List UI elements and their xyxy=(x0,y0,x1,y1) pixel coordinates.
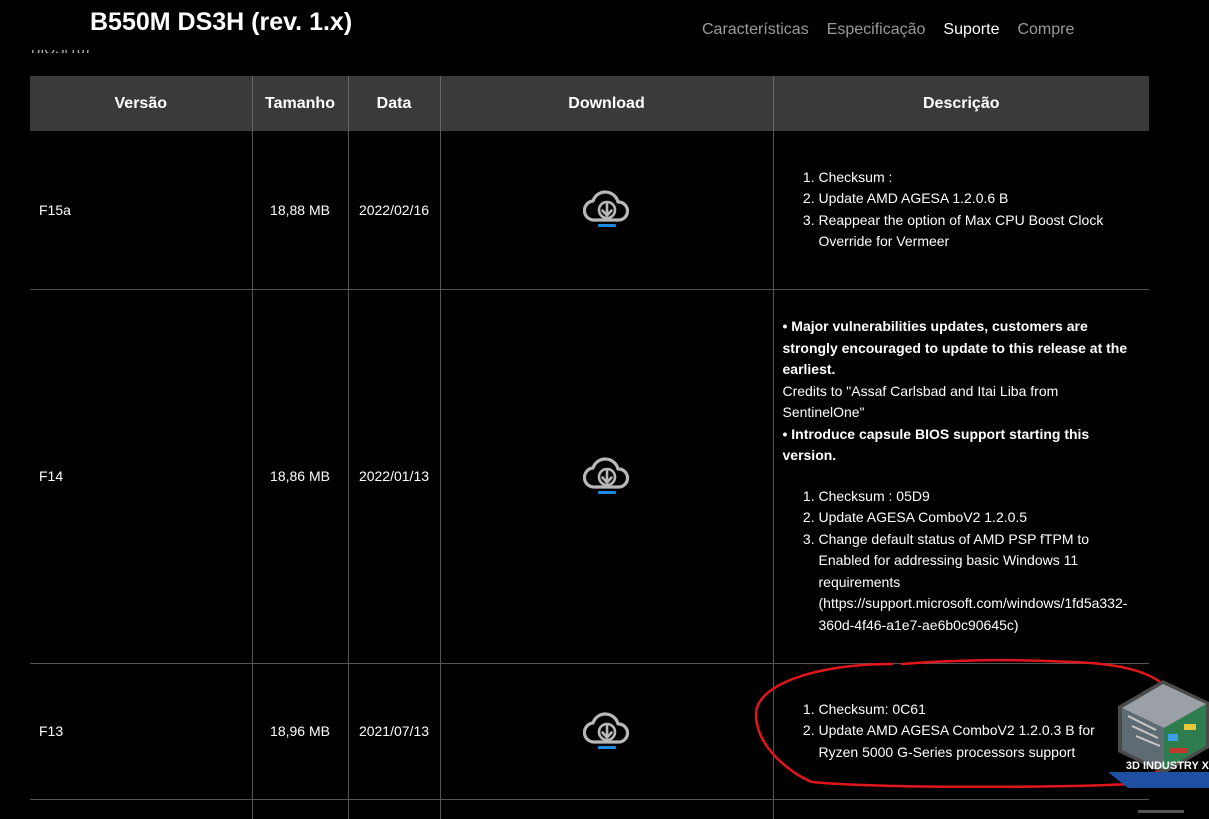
nav-compre[interactable]: Compre xyxy=(1017,21,1074,39)
size-cell: 18,86 MB xyxy=(252,289,349,664)
cloud-download-icon[interactable] xyxy=(582,454,631,496)
date-cell: 2021/07/13 xyxy=(348,663,441,800)
list-item: Update AGESA ComboV2 1.2.0.5 xyxy=(819,507,1142,529)
size-cell: 18,96 MB xyxy=(252,663,349,800)
description-cell: Checksum: 0C61 Update AMD AGESA ComboV2 … xyxy=(773,663,1149,800)
list-item: Change default status of AMD PSP fTPM to… xyxy=(819,529,1142,637)
list-item: Reappear the option of Max CPU Boost Clo… xyxy=(819,210,1142,253)
capsule-notice: • Introduce capsule BIOS support startin… xyxy=(782,425,1090,464)
product-nav: Características Especificação Suporte Co… xyxy=(702,21,1074,39)
col-header-description: Descrição xyxy=(773,76,1149,131)
bios-table: Versão Tamanho Data Download Descrição F… xyxy=(30,76,1149,819)
date-cell: 2022/01/13 xyxy=(348,289,441,664)
table-header-row: Versão Tamanho Data Download Descrição xyxy=(30,76,1149,131)
changelog-list: Checksum: 0C61 Update AMD AGESA ComboV2 … xyxy=(783,699,1142,764)
download-cell xyxy=(440,131,774,290)
list-item: Update AMD AGESA ComboV2 1.2.0.3 B for R… xyxy=(819,720,1104,763)
advertisement-widget[interactable]: 3D INDUSTRY X xyxy=(1108,676,1209,788)
list-item: Update AMD AGESA 1.2.0.6 B xyxy=(819,188,1142,210)
version-cell: F14 xyxy=(30,289,253,664)
top-bar: B550M DS3H (rev. 1.x) Características Es… xyxy=(0,0,1209,50)
product-title: B550M DS3H (rev. 1.x) xyxy=(90,8,353,36)
nav-caracteristicas[interactable]: Características xyxy=(702,21,809,39)
ad-progress-bar xyxy=(1138,810,1184,813)
version-cell: F15a xyxy=(30,131,253,290)
list-item: Checksum : 05D9 xyxy=(819,486,1142,508)
changelog-list: Checksum : 05D9 Update AGESA ComboV2 1.2… xyxy=(783,486,1142,637)
changelog-list: Checksum : Update AMD AGESA 1.2.0.6 B Re… xyxy=(783,167,1142,253)
description-cell: Checksum : Update AMD AGESA 1.2.0.6 B Re… xyxy=(773,131,1149,290)
version-cell: F13 xyxy=(30,663,253,800)
list-item: Checksum : xyxy=(819,167,1142,189)
cloud-download-icon[interactable] xyxy=(582,187,631,229)
cloud-download-icon[interactable] xyxy=(582,709,631,751)
table-row: F14 18,86 MB 2022/01/13 • Major vulnerab… xyxy=(30,289,1149,664)
table-row: F15a 18,88 MB 2022/02/16 Checksum : Upda… xyxy=(30,131,1149,290)
table-row: F13 18,96 MB 2021/07/13 Checksum: 0C61 U… xyxy=(30,663,1149,800)
nav-suporte[interactable]: Suporte xyxy=(943,21,999,39)
col-header-date: Data xyxy=(348,76,441,131)
table-row xyxy=(30,799,1149,819)
list-item: Checksum: 0C61 xyxy=(819,699,1104,721)
size-cell: 18,88 MB xyxy=(252,131,349,290)
col-header-download: Download xyxy=(440,76,774,131)
download-cell xyxy=(440,289,774,664)
vulnerability-notice: • Major vulnerabilities updates, custome… xyxy=(782,318,1128,377)
col-header-version: Versão xyxy=(30,76,253,131)
description-cell: • Major vulnerabilities updates, custome… xyxy=(773,289,1149,664)
col-header-size: Tamanho xyxy=(252,76,349,131)
credits-text: Credits to "Assaf Carlsbad and Itai Liba… xyxy=(782,382,1059,421)
ad-text: 3D INDUSTRY X xyxy=(1125,760,1209,772)
download-cell xyxy=(440,663,774,800)
date-cell: 2022/02/16 xyxy=(348,131,441,290)
nav-especificacao[interactable]: Especificação xyxy=(827,21,926,39)
